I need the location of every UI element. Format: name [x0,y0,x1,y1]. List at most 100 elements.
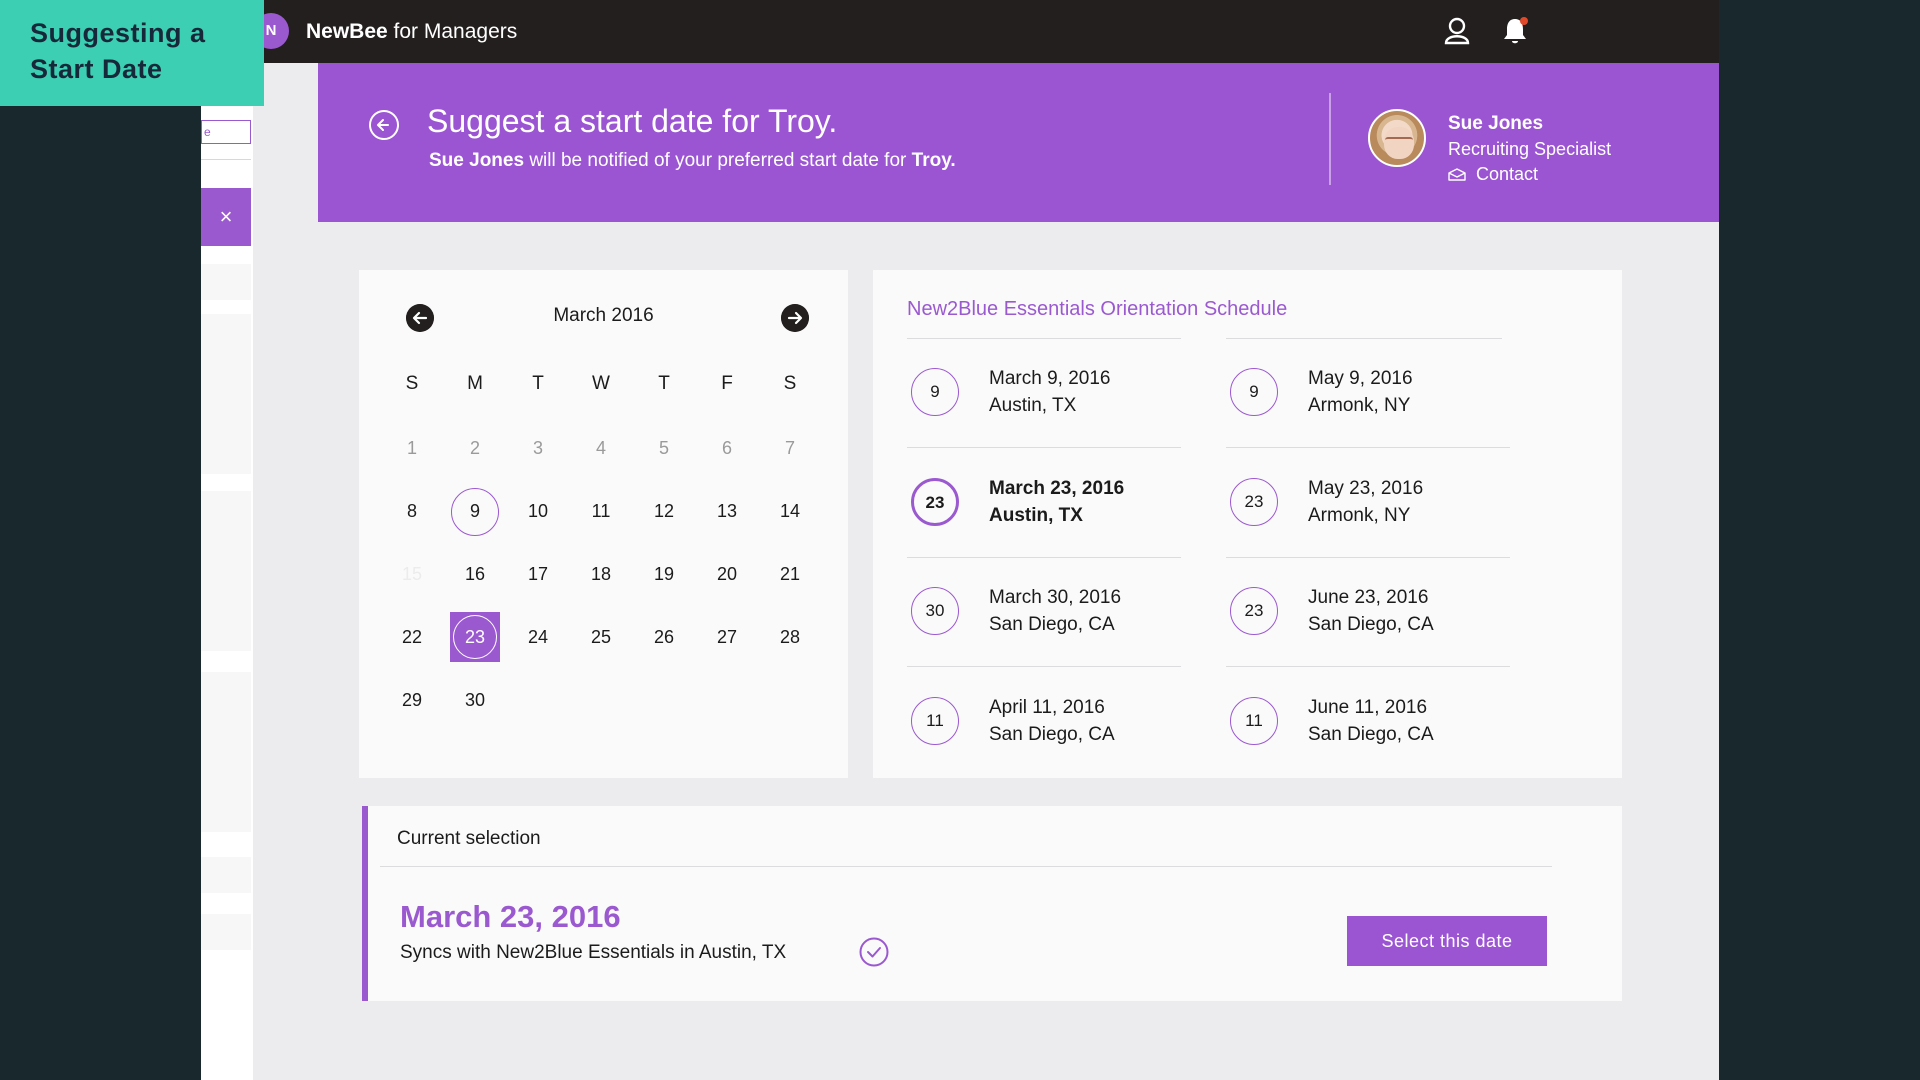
contact-link-label: Contact [1476,164,1539,184]
schedule-location: San Diego, CA [989,614,1115,635]
schedule-day-badge: 9 [1230,368,1278,416]
bell-icon[interactable] [1499,15,1531,47]
calendar-day[interactable]: 7 [765,423,815,473]
schedule-location: Armonk, NY [1308,505,1411,526]
calendar-day[interactable]: 3 [513,423,563,473]
weekday-label: S [405,373,419,394]
schedule-divider [907,338,1181,339]
calendar-day[interactable]: 18 [576,549,626,599]
calendar-day[interactable]: 20 [702,549,752,599]
selected-date-description: Syncs with New2Blue Essentials in Austin… [400,942,787,963]
subtitle-recruiter: Sue Jones [429,150,525,171]
calendar: March 2016 SMTWTFS 1 2 3 4 5 6 7 8 9 10 11 12 13 14 15… [359,270,848,778]
schedule-divider [1226,557,1510,558]
schedule-day-badge: 11 [911,697,959,745]
schedule-item[interactable]: 11 June 11, 2016 San Diego, CA [1226,687,1516,757]
left-rail: e × [201,63,253,1080]
schedule-location: Armonk, NY [1308,395,1411,416]
schedule-location: Austin, TX [989,395,1077,416]
calendar-day-selected[interactable]: 23 [450,612,500,662]
back-arrow-icon[interactable] [368,109,400,141]
calendar-day[interactable]: 12 [639,486,689,536]
avatar-glasses [1385,137,1413,144]
rail-item[interactable] [201,857,251,893]
header-divider [1329,93,1331,185]
calendar-day-orientation[interactable]: 9 [450,486,500,536]
calendar-day[interactable]: 15 [387,549,437,599]
user-icon[interactable] [1441,15,1473,47]
subtitle-text: will be notified of your preferred start… [524,150,912,171]
calendar-day[interactable]: 1 [387,423,437,473]
rail-item[interactable] [201,914,251,950]
sidebar-gap [253,63,318,1080]
schedule-item[interactable]: 9 March 9, 2016 Austin, TX [907,358,1197,428]
schedule-location: San Diego, CA [989,724,1115,745]
rail-item[interactable] [201,491,251,651]
calendar-day[interactable]: 30 [450,675,500,725]
current-selection-label: Current selection [397,828,541,849]
schedule-day-badge: 23 [911,478,959,526]
current-selection-panel: Current selection March 23, 2016 Syncs w… [362,806,1622,1001]
schedule-date: June 23, 2016 [1308,587,1429,608]
next-month-icon[interactable] [781,304,809,332]
calendar-day[interactable]: 17 [513,549,563,599]
rail-search-field[interactable]: e [201,120,251,144]
schedule-item[interactable]: 30 March 30, 2016 San Diego, CA [907,577,1197,647]
calendar-day[interactable]: 21 [765,549,815,599]
calendar-day[interactable]: 14 [765,486,815,536]
rail-item[interactable] [201,672,251,832]
select-date-button[interactable]: Select this date [1347,916,1547,966]
schedule-item[interactable]: 11 April 11, 2016 San Diego, CA [907,687,1197,757]
calendar-day[interactable]: 24 [513,612,563,662]
calendar-day[interactable]: 8 [387,486,437,536]
schedule-divider [1226,666,1510,667]
calendar-day[interactable]: 4 [576,423,626,473]
calendar-day[interactable]: 10 [513,486,563,536]
top-bar: N NewBee for Managers [201,0,1719,63]
calendar-day[interactable]: 11 [576,486,626,536]
calendar-day[interactable]: 6 [702,423,752,473]
calendar-day[interactable]: 27 [702,612,752,662]
page-header: Suggest a start date for Troy. Sue Jones… [318,63,1719,222]
calendar-day[interactable]: 16 [450,549,500,599]
schedule-divider [907,447,1181,448]
weekday-label: F [721,373,733,394]
calendar-day[interactable]: 26 [639,612,689,662]
calendar-day[interactable]: 29 [387,675,437,725]
calendar-day[interactable]: 22 [387,612,437,662]
schedule-date: June 11, 2016 [1308,697,1428,718]
rail-divider [201,159,251,160]
schedule-item[interactable]: 9 May 9, 2016 Armonk, NY [1226,358,1516,428]
close-icon[interactable]: × [201,188,251,246]
check-circle-icon [859,937,889,967]
app-title: NewBee for Managers [306,20,517,44]
tutorial-label-line1: Suggesting a [30,18,206,48]
calendar-month-label: March 2016 [553,305,654,326]
envelope-icon [1448,168,1466,181]
schedule-item[interactable]: 23 June 23, 2016 San Diego, CA [1226,577,1516,647]
schedule-item[interactable]: 23 May 23, 2016 Armonk, NY [1226,468,1516,538]
page-subtitle: Sue Jones will be notified of your prefe… [429,150,956,172]
calendar-day[interactable]: 25 [576,612,626,662]
schedule-date: April 11, 2016 [989,697,1105,718]
calendar-day[interactable]: 19 [639,549,689,599]
right-gutter [1719,0,1920,1080]
rail-item[interactable] [201,314,251,474]
calendar-day[interactable]: 5 [639,423,689,473]
tutorial-step-label: Suggesting a Start Date [0,0,264,106]
schedule-date: May 9, 2016 [1308,368,1413,389]
schedule-item-active[interactable]: 23 March 23, 2016 Austin, TX [907,468,1197,538]
calendar-day[interactable]: 28 [765,612,815,662]
calendar-day[interactable]: 13 [702,486,752,536]
weekday-label: S [783,373,797,394]
selected-date: March 23, 2016 [400,899,621,934]
contact-link[interactable]: Contact [1448,164,1538,185]
schedule-date: March 23, 2016 [989,478,1125,499]
avatar [1368,109,1426,167]
contact-role: Recruiting Specialist [1448,139,1612,159]
calendar-day[interactable]: 2 [450,423,500,473]
weekday-label: T [532,373,544,394]
selection-divider [380,866,1552,867]
rail-item[interactable] [201,264,251,300]
schedule-day-badge: 23 [1230,587,1278,635]
